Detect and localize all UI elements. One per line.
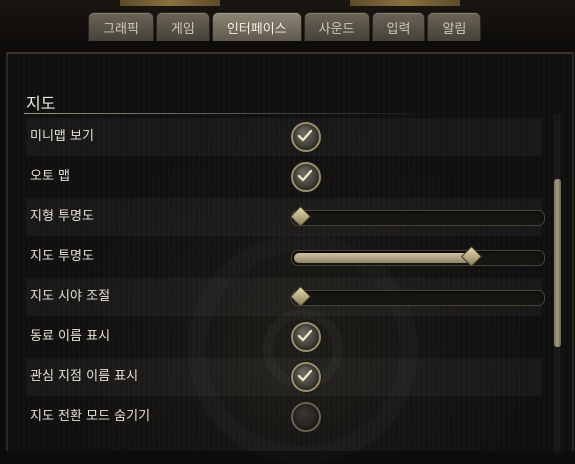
tab-game[interactable]: 게임 [155, 12, 210, 41]
setting-label: 관심 지점 이름 표시 [30, 369, 139, 384]
section-divider [24, 113, 444, 114]
tab-graphics[interactable]: 그래픽 [88, 12, 154, 41]
setting-label: 지도 전환 모드 숨기기 [30, 409, 151, 424]
check-icon [298, 330, 312, 342]
setting-label: 동료 이름 표시 [30, 329, 111, 344]
map-opacity-slider[interactable] [291, 245, 545, 268]
setting-row-minimap: 미니맵 보기 [26, 118, 542, 156]
diamond-handle-icon[interactable] [289, 205, 312, 228]
setting-row-hide-map-toggle: 지도 전환 모드 숨기기 [26, 398, 542, 436]
setting-row-map-opacity: 지도 투명도 [26, 238, 545, 276]
setting-row-auto-map: 오토 맵 [26, 158, 542, 196]
party-names-checkbox[interactable] [291, 322, 321, 352]
poi-names-checkbox[interactable] [291, 362, 321, 392]
check-icon [298, 370, 312, 382]
hide-map-toggle-checkbox[interactable] [291, 402, 321, 432]
map-view-range-slider[interactable] [289, 285, 545, 308]
settings-panel: 지도 미니맵 보기 오토 맵 지형 투명도 지도 투명도 지도 시야 조절 동료… [6, 52, 574, 451]
tab-sound[interactable]: 사운드 [303, 12, 370, 41]
tab-input[interactable]: 입력 [371, 12, 426, 41]
setting-label: 지형 투명도 [30, 209, 94, 224]
settings-tab-bar: 그래픽 게임 인터페이스 사운드 입력 알림 [88, 12, 482, 42]
minimap-checkbox[interactable] [291, 122, 321, 152]
scrollbar-thumb[interactable] [554, 179, 561, 347]
diamond-handle-icon[interactable] [460, 245, 483, 268]
terrain-opacity-slider[interactable] [289, 205, 545, 228]
setting-label: 오토 맵 [30, 169, 71, 184]
auto-map-checkbox[interactable] [291, 162, 321, 192]
check-icon [298, 170, 312, 182]
frame-ornament [350, 0, 460, 6]
diamond-handle-icon[interactable] [289, 285, 312, 308]
tab-interface[interactable]: 인터페이스 [211, 12, 302, 41]
frame-ornament [120, 0, 220, 6]
setting-label: 지도 시야 조절 [30, 289, 111, 304]
setting-row-party-names: 동료 이름 표시 [26, 318, 542, 356]
setting-label: 미니맵 보기 [30, 129, 94, 144]
setting-row-poi-names: 관심 지점 이름 표시 [26, 358, 542, 396]
check-icon [298, 130, 312, 142]
setting-row-terrain-opacity: 지형 투명도 [26, 198, 545, 236]
tab-notifications[interactable]: 알림 [427, 12, 482, 41]
slider-fill [294, 253, 471, 263]
section-title: 지도 [26, 94, 56, 113]
setting-row-map-view-range: 지도 시야 조절 [26, 278, 545, 316]
setting-label: 지도 투명도 [30, 249, 94, 264]
